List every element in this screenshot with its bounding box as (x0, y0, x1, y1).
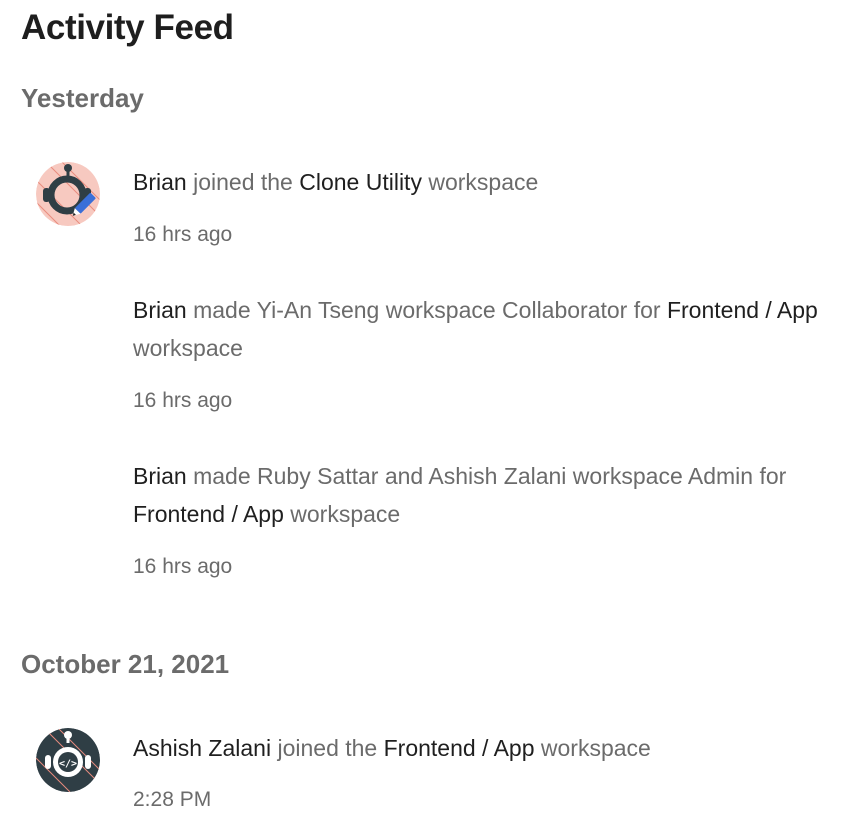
action-text: workspace (283, 501, 401, 527)
section-title-yesterday: Yesterday (21, 83, 144, 113)
activity-entry-text: Brian made Yi-An Tseng workspace Collabo… (133, 291, 833, 367)
action-text: workspace (421, 169, 539, 195)
activity-timestamp: 16 hrs ago (133, 223, 233, 246)
robot-code-avatar-icon[interactable]: </> (36, 728, 100, 792)
action-text: joined the (186, 169, 300, 195)
actor-name[interactable]: Brian (133, 463, 187, 489)
action-text: made Ruby Sattar and Ashish Zalani works… (186, 463, 787, 489)
activity-timestamp: 16 hrs ago (133, 389, 233, 412)
workspace-name[interactable]: Frontend / App (384, 735, 535, 761)
action-text: joined the (271, 735, 384, 761)
activity-entry-text: Brian joined the Clone Utility workspace (133, 163, 833, 201)
workspace-name[interactable]: Clone Utility (299, 169, 422, 195)
action-text: workspace (534, 735, 651, 761)
actor-name[interactable]: Brian (133, 297, 187, 323)
action-text: workspace (133, 335, 243, 361)
actor-name[interactable]: Ashish Zalani (133, 735, 271, 761)
activity-timestamp: 16 hrs ago (133, 555, 233, 578)
workspace-name[interactable]: Frontend / App (667, 297, 818, 323)
activity-timestamp: 2:28 PM (133, 788, 212, 811)
robot-pencil-avatar-icon[interactable] (36, 162, 100, 226)
actor-name[interactable]: Brian (133, 169, 187, 195)
activity-entry-text: Ashish Zalani joined the Frontend / App … (133, 729, 833, 767)
page-title: Activity Feed (21, 8, 234, 47)
svg-text:</>: </> (59, 759, 77, 770)
activity-entry-text: Brian made Ruby Sattar and Ashish Zalani… (133, 457, 833, 533)
action-text: made Yi-An Tseng workspace Collaborator … (186, 297, 667, 323)
workspace-name[interactable]: Frontend / App (133, 501, 284, 527)
section-title-date: October 21, 2021 (21, 649, 230, 679)
